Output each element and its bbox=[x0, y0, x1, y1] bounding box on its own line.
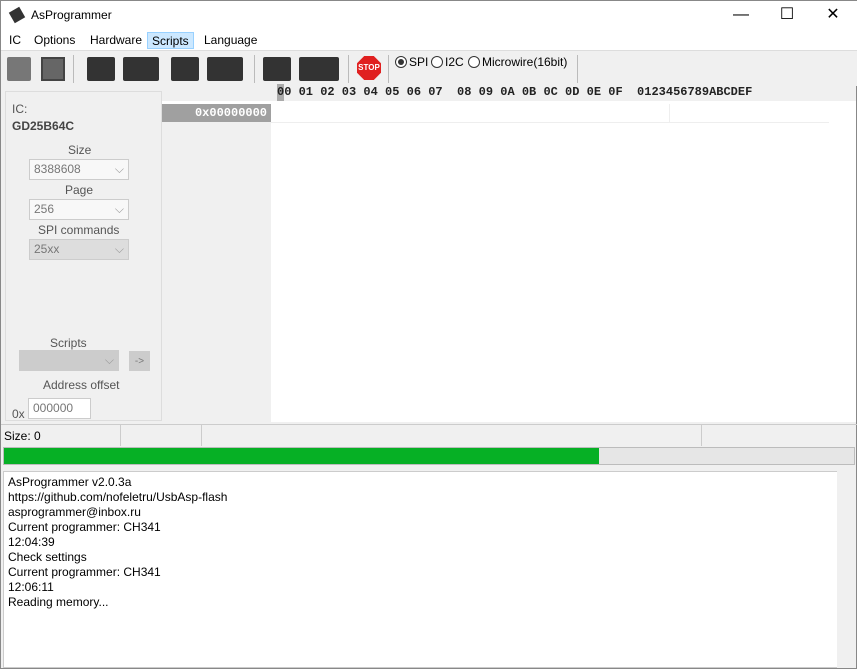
status-size: Size: 0 bbox=[4, 429, 41, 443]
ic-panel: IC: GD25B64C Size 8388608 ⌵ Page 256 ⌵ SPI… bbox=[5, 91, 162, 421]
app-icon bbox=[8, 6, 26, 24]
radio-i2c[interactable]: I2C bbox=[431, 55, 464, 69]
progress-bar bbox=[3, 447, 855, 465]
radio-label: Microwire(16bit) bbox=[482, 55, 568, 69]
minimize-button[interactable]: — bbox=[718, 1, 764, 31]
log-line: Check settings bbox=[8, 550, 87, 564]
progress-fill bbox=[4, 448, 599, 464]
address-cell: 0x00000000 bbox=[162, 104, 271, 122]
status-bar: Size: 0 bbox=[1, 424, 857, 446]
size-select[interactable]: 8388608 ⌵ bbox=[29, 159, 129, 180]
log-line: Current programmer: CH341 bbox=[8, 565, 161, 579]
menu-ic[interactable]: IC bbox=[5, 32, 25, 49]
log-line: Current programmer: CH341 bbox=[8, 520, 161, 534]
radio-label: SPI bbox=[409, 55, 429, 69]
log-line: 12:06:11 bbox=[8, 580, 54, 594]
menu-hardware[interactable]: Hardware bbox=[86, 32, 146, 49]
offset-prefix: 0x bbox=[12, 407, 25, 421]
page-select[interactable]: 256 ⌵ bbox=[29, 199, 129, 220]
hex-header: 00 01 02 03 04 05 06 07 08 09 0A 0B 0C 0… bbox=[277, 85, 753, 99]
log-line: 12:04:39 bbox=[8, 535, 55, 549]
radio-spi[interactable]: SPI bbox=[395, 55, 428, 69]
size-value: 8388608 bbox=[34, 162, 81, 176]
run-script-button[interactable]: -> bbox=[129, 351, 150, 371]
log-line: asprogrammer@inbox.ru bbox=[8, 505, 141, 519]
maximize-button[interactable]: ☐ bbox=[764, 1, 810, 31]
scripts-select[interactable]: ⌵ bbox=[19, 350, 119, 371]
address-offset-input[interactable]: 000000 bbox=[28, 398, 91, 419]
spi-commands-label: SPI commands bbox=[38, 223, 120, 237]
stop-button[interactable]: STOP bbox=[357, 56, 381, 80]
open-file-icon[interactable] bbox=[7, 57, 31, 81]
read-chip-icon[interactable] bbox=[87, 57, 115, 81]
log-line: Reading memory... bbox=[8, 595, 109, 609]
verify-chip-icon[interactable] bbox=[207, 57, 243, 81]
menu-options[interactable]: Options bbox=[30, 32, 79, 49]
address-offset-label: Address offset bbox=[43, 378, 120, 392]
title-bar: AsProgrammer — ☐ ✕ bbox=[1, 1, 857, 31]
menu-scripts[interactable]: Scripts bbox=[147, 32, 194, 49]
toolbar bbox=[1, 50, 857, 86]
radio-label: I2C bbox=[445, 55, 464, 69]
window-title: AsProgrammer bbox=[31, 8, 112, 22]
log-line: https://github.com/nofeletru/UsbAsp-flas… bbox=[8, 490, 228, 504]
page-value: 256 bbox=[34, 202, 55, 216]
log-output[interactable]: AsProgrammer v2.0.3a https://github.com/… bbox=[3, 471, 838, 668]
erase-chip-icon[interactable] bbox=[171, 57, 199, 81]
close-button[interactable]: ✕ bbox=[810, 1, 856, 31]
log-scrollbar[interactable] bbox=[837, 471, 856, 668]
read-id-icon[interactable] bbox=[263, 57, 291, 81]
write-chip-icon[interactable] bbox=[123, 57, 159, 81]
menu-language[interactable]: Language bbox=[200, 32, 261, 49]
size-label: Size bbox=[68, 143, 92, 157]
page-label: Page bbox=[65, 183, 94, 197]
lock-chip-icon[interactable] bbox=[299, 57, 339, 81]
menu-bar: IC Options Hardware Scripts Language bbox=[1, 31, 857, 50]
spi-value: 25xx bbox=[34, 242, 60, 256]
radio-microwire[interactable]: Microwire(16bit) bbox=[468, 55, 567, 69]
save-file-icon[interactable] bbox=[41, 57, 65, 81]
spi-commands-select[interactable]: 25xx ⌵ bbox=[29, 239, 129, 260]
log-line: AsProgrammer v2.0.3a bbox=[8, 475, 132, 489]
scripts-label: Scripts bbox=[50, 336, 87, 350]
ic-name: GD25B64C bbox=[12, 119, 75, 133]
ic-label: IC: bbox=[12, 102, 28, 116]
